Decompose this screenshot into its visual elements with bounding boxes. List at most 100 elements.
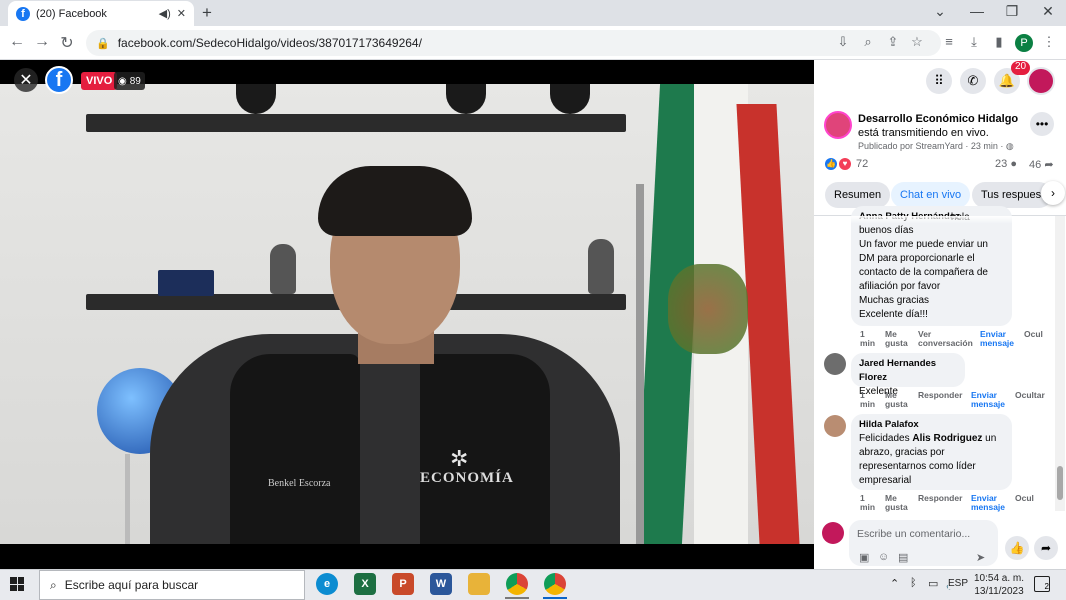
commenter-avatar[interactable] bbox=[824, 353, 846, 375]
viewer-count: ◉ 89 bbox=[114, 72, 145, 90]
file-explorer-app-icon[interactable] bbox=[468, 573, 490, 595]
back-icon[interactable]: ← bbox=[7, 33, 27, 51]
menu-kebab-icon[interactable]: ⋮ bbox=[1040, 34, 1058, 50]
comment-time: 1 min bbox=[860, 330, 885, 348]
share-arrow-icon: ➦ bbox=[1044, 159, 1054, 171]
composer-avatar[interactable] bbox=[822, 522, 844, 544]
comment-time: 1 min bbox=[860, 494, 885, 512]
comment-count[interactable]: 23 ● bbox=[995, 158, 1017, 170]
comment-author[interactable]: Jared Hernandes Florez bbox=[859, 357, 957, 385]
flag-coat-of-arms bbox=[668, 264, 748, 354]
account-avatar[interactable] bbox=[1027, 67, 1055, 95]
minimize-icon[interactable]: — bbox=[967, 3, 987, 19]
tab-close-icon[interactable]: ✕ bbox=[177, 7, 186, 20]
like-label-2: gusta bbox=[885, 399, 908, 409]
notification-center-icon[interactable]: 2 bbox=[1034, 576, 1050, 592]
send-icon[interactable]: ➤ bbox=[976, 551, 985, 564]
send-message-action[interactable]: Enviar mensaje bbox=[971, 391, 1015, 409]
close-video-button[interactable]: ✕ bbox=[14, 68, 38, 92]
new-tab-icon[interactable]: + bbox=[202, 3, 212, 23]
browser-tab[interactable]: f (20) Facebook ◀) ✕ bbox=[8, 1, 194, 26]
facebook-favicon-icon: f bbox=[16, 6, 30, 21]
tab-live-chat[interactable]: Chat en vivo bbox=[891, 182, 971, 208]
hide-action[interactable]: Ocultar bbox=[1015, 391, 1045, 409]
network-icon[interactable]: ▭ bbox=[928, 577, 938, 590]
restore-icon[interactable]: ❐ bbox=[1002, 3, 1022, 20]
send-label-2: mensaje bbox=[980, 338, 1015, 348]
comment-bubble-icon: ● bbox=[1010, 158, 1017, 170]
page-avatar[interactable] bbox=[824, 111, 852, 139]
reply-action[interactable]: Responder bbox=[918, 391, 971, 409]
taskbar-clock[interactable]: 10:54 a. m. 13/11/2023 bbox=[974, 572, 1024, 598]
mention-link[interactable]: Alis Rodriguez bbox=[912, 433, 982, 444]
reactions-summary[interactable]: 👍 ♥ 72 bbox=[825, 158, 868, 170]
view-label-2: conversación bbox=[918, 338, 973, 348]
comment-actions: 1 min Me gusta Ver conversación Enviar mensa… bbox=[860, 330, 1043, 348]
bluetooth-icon[interactable]: ᛒ bbox=[910, 577, 917, 589]
comment-input[interactable]: Escribe un comentario... bbox=[857, 528, 970, 540]
hide-action[interactable]: Ocul bbox=[1015, 494, 1034, 512]
word-app-icon[interactable]: W bbox=[430, 573, 452, 595]
eye-icon: ◉ bbox=[118, 75, 127, 87]
comment-bubble: Anna Patty Hernández hola buenos días Un… bbox=[851, 206, 1012, 326]
like-action[interactable]: Me gusta bbox=[885, 391, 918, 409]
profile-avatar[interactable]: P bbox=[1015, 34, 1033, 52]
like-action[interactable]: Me gusta bbox=[885, 494, 918, 512]
excel-app-icon[interactable]: X bbox=[354, 573, 376, 595]
gif-icon[interactable]: ▤ bbox=[898, 551, 908, 564]
messenger-icon[interactable]: ✆ bbox=[960, 68, 986, 94]
bookmark-star-icon[interactable]: ☆ bbox=[908, 34, 926, 50]
share-page-icon[interactable]: ⇪ bbox=[884, 34, 902, 50]
tab-your-replies[interactable]: Tus respuestas bbox=[972, 182, 1052, 208]
tab-search-icon[interactable]: ⌄ bbox=[930, 3, 950, 20]
scrollbar-thumb[interactable] bbox=[1057, 466, 1063, 500]
speaker-icon[interactable]: ◀) bbox=[159, 7, 171, 20]
language-indicator-text[interactable]: ESP bbox=[948, 578, 969, 589]
download-icon[interactable]: ⤓ bbox=[965, 34, 983, 50]
comment-text: Felicidades bbox=[859, 433, 910, 444]
edge-app-icon[interactable]: e bbox=[316, 573, 338, 595]
windows-start-icon[interactable] bbox=[10, 577, 24, 591]
share-button[interactable]: ➦ bbox=[1034, 536, 1058, 560]
facebook-logo-icon[interactable]: f bbox=[45, 66, 73, 94]
lock-icon[interactable]: 🔒 bbox=[96, 37, 110, 50]
address-bar[interactable]: 🔒 facebook.com/SedecoHidalgo/videos/3870… bbox=[86, 30, 941, 56]
send-message-action[interactable]: Enviar mensaje bbox=[980, 330, 1024, 348]
like-action[interactable]: Me gusta bbox=[885, 330, 918, 348]
view-conversation-action[interactable]: Ver conversación bbox=[918, 330, 980, 348]
viewer-count-value: 89 bbox=[129, 75, 141, 87]
tray-chevron-icon[interactable]: ⌃ bbox=[890, 577, 899, 590]
like-thumb-button[interactable]: 👍 bbox=[1005, 536, 1029, 560]
comment-author[interactable]: Hilda Palafox bbox=[859, 418, 1004, 432]
side-panel-icon[interactable]: ▮ bbox=[990, 34, 1008, 50]
sticker-icon[interactable]: ▣ bbox=[859, 551, 869, 564]
send-message-action[interactable]: Enviar mensaje bbox=[971, 494, 1015, 512]
hide-action[interactable]: Ocul bbox=[1024, 330, 1043, 348]
zoom-icon[interactable]: ⌕ bbox=[859, 34, 877, 50]
comment-bubble: Hilda Palafox Felicidades Alis Rodriguez… bbox=[851, 414, 1012, 490]
chrome-app-icon[interactable] bbox=[506, 573, 528, 595]
chevron-right-icon[interactable]: › bbox=[1041, 181, 1065, 205]
forward-icon[interactable]: → bbox=[32, 33, 52, 51]
reading-list-icon[interactable]: ≡ bbox=[940, 34, 958, 49]
panel-top-fade bbox=[814, 216, 1054, 224]
more-options-button[interactable]: ••• bbox=[1030, 112, 1054, 136]
emoji-icon[interactable]: ☺ bbox=[878, 551, 889, 563]
install-icon[interactable]: ⇩ bbox=[834, 34, 852, 50]
share-count[interactable]: 46 ➦ bbox=[1029, 158, 1054, 171]
menu-grid-icon[interactable]: ⠿ bbox=[926, 68, 952, 94]
chrome-active-app-icon[interactable] bbox=[544, 573, 566, 595]
profile-letter: P bbox=[1020, 37, 1028, 49]
trophy-left bbox=[236, 84, 276, 114]
powerpoint-app-icon[interactable]: P bbox=[392, 573, 414, 595]
taskbar-search[interactable]: ⌕ Escribe aquí para buscar bbox=[39, 570, 305, 600]
commenter-avatar[interactable] bbox=[824, 415, 846, 437]
page-name[interactable]: Desarrollo Económico Hidalgo bbox=[858, 113, 1018, 125]
reply-action[interactable]: Responder bbox=[918, 494, 971, 512]
running-indicator bbox=[543, 597, 567, 599]
tab-summary[interactable]: Resumen bbox=[825, 182, 891, 208]
share-count-value: 46 bbox=[1029, 159, 1042, 171]
running-indicator bbox=[505, 597, 529, 599]
reload-icon[interactable]: ↻ bbox=[57, 33, 77, 53]
window-close-icon[interactable]: ✕ bbox=[1038, 3, 1058, 20]
